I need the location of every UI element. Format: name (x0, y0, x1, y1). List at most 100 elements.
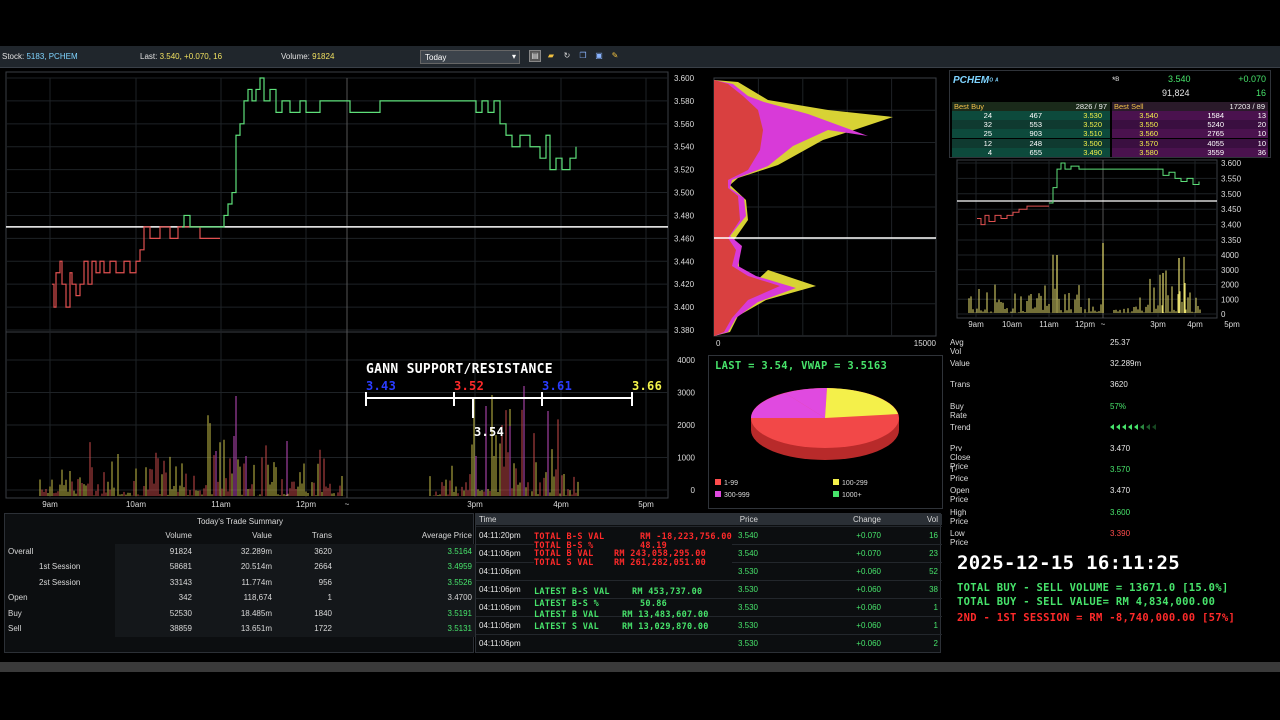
depth-cell: 3.580 (1139, 147, 1158, 157)
stat-value: 57% (1110, 401, 1127, 411)
note-icon[interactable]: ✎ (609, 50, 621, 62)
depth-cell: 13 (1257, 111, 1266, 120)
volume-label: Volume: 91824 (281, 52, 335, 61)
refresh-icon[interactable]: ↻ (561, 50, 573, 62)
overlay-line-1: TOTAL BUY - SELL VOLUME = 13671.0 [15.0%… (957, 582, 1229, 594)
stock-value: 5183, PCHEM (26, 52, 78, 61)
pie-panel: LAST = 3.54, VWAP = 3.5163 1-99 100-299 … (708, 355, 943, 509)
time-tick: 3pm (467, 500, 483, 509)
depth-cell: 1584 (1207, 111, 1224, 120)
quote-panel: PCHEMᴼ ᴬ *ᴮ 3.540 +0.070 91,824 16 Best … (949, 70, 1271, 158)
price-tick: 3.600 (1221, 159, 1242, 168)
price-tick: 3.350 (1221, 236, 1242, 245)
overlay-line-3: 2ND - 1ST SESSION = RM -8,740,000.00 [57… (957, 612, 1236, 624)
volume-tick: 0 (691, 486, 696, 495)
volume-tick: 1000 (1221, 295, 1239, 304)
depth-cell: 3.490 (1083, 147, 1102, 157)
save-icon[interactable]: ▣ (593, 50, 605, 62)
summary-row-sell: Sell 38859 13.651m 1722 3.5131 (5, 621, 475, 637)
depth-cell: 25 (983, 129, 992, 139)
summary-row-1st-session: 1st Session 58681 20.514m 2664 3.4959 (5, 559, 475, 575)
price-tick: 3.500 (1221, 190, 1242, 199)
stat-value: 32.289m (1110, 359, 1142, 369)
price-tick: 3.580 (674, 97, 695, 106)
depth-cell: 4055 (1207, 138, 1224, 148)
quote-volume: 91,824 (1162, 88, 1190, 98)
depth-cell: 10 (1257, 129, 1266, 139)
depth-cell: 553 (1029, 120, 1042, 130)
depth-row: 24 467 3.530 3.540 1584 13 (952, 111, 1268, 120)
price-tick: 3.420 (674, 280, 695, 289)
depth-cell: 32 (983, 120, 992, 130)
best-buy-header: Best Buy 2826 / 97 (952, 102, 1110, 111)
legend-1-99: 1-99 (715, 478, 738, 487)
stat-label: Trans (950, 380, 971, 390)
col-change: Change (852, 515, 881, 524)
depth-cell: 3.540 (1139, 111, 1158, 120)
stock-label: Stock: 5183, PCHEM (2, 52, 78, 61)
folder-icon[interactable]: ▰ (545, 50, 557, 62)
depth-cell: 3.560 (1139, 129, 1158, 139)
depth-cell: 5240 (1207, 120, 1224, 130)
depth-row: 12 248 3.500 3.570 4055 10 (952, 138, 1268, 148)
price-tick: 3.560 (674, 120, 695, 129)
stat-value: 3.470 (1110, 444, 1131, 453)
volume-tick: 0 (1221, 310, 1226, 319)
depth-cell: 248 (1029, 138, 1042, 148)
price-tick: 3.480 (674, 211, 695, 220)
summary-row-buy: Buy 52530 18.485m 1840 3.5191 (5, 605, 475, 621)
period-select[interactable]: Today ▾ (420, 50, 520, 64)
summary-row-open: Open 342 118,674 1 3.4700 (5, 590, 475, 606)
market-depth: 24 467 3.530 3.540 1584 13 32 553 3.520 3.550 5240… (952, 111, 1268, 157)
chevron-down-icon: ▾ (511, 52, 516, 61)
quote-last: 3.540 (1168, 74, 1191, 84)
trade-row: 04:11:06pm 3.530 +0.060 2 (476, 634, 942, 652)
overlay-datetime: 2025-12-15 16:11:25 (957, 552, 1181, 574)
volume-tick: 2000 (1221, 281, 1239, 290)
volume-tick: 4000 (1221, 251, 1239, 260)
totals-overlay: TOTAL B-S VAL RM -18,223,756.00 TOTAL B-S… (534, 532, 733, 568)
pie-title: LAST = 3.54, VWAP = 3.5163 (715, 360, 888, 372)
stat-label: Buy Rate (950, 401, 967, 420)
trades-header: Time Price Change Vol (476, 514, 942, 525)
time-tick: 12pm (296, 500, 316, 509)
time-tick: 9am (42, 500, 58, 509)
chart-icon[interactable]: ▤ (529, 50, 541, 62)
quote-name: PCHEMᴼ ᴬ (953, 75, 999, 86)
col-vol: Vol (926, 515, 938, 524)
price-tick: 3.600 (674, 74, 695, 83)
depth-row: 4 655 3.490 3.580 3559 36 (952, 147, 1268, 157)
pie-legend: 1-99 100-299 300-999 1000+ (715, 478, 937, 506)
time-tick: 4pm (553, 500, 569, 509)
time-tick: 10am (126, 500, 146, 509)
price-tick: 3.460 (674, 234, 695, 243)
time-tick: ~ (1101, 320, 1106, 329)
summary-title: Today's Trade Summary (196, 517, 283, 526)
volume-tick: 2000 (677, 421, 695, 430)
price-tick: 3.450 (1221, 205, 1242, 214)
stat-value: 3620 (1110, 380, 1128, 390)
trade-summary: Today's Trade Summary Volume Value Trans… (4, 513, 475, 653)
depth-cell: 3.550 (1139, 120, 1158, 130)
depth-cell: 655 (1029, 147, 1042, 157)
pie-chart (751, 387, 899, 460)
volume-tick: 1000 (677, 454, 695, 463)
stat-label: High Price (950, 507, 969, 526)
depth-cell: 903 (1029, 129, 1042, 139)
summary-row-overall: Overall 91824 32.289m 3620 3.5164 (5, 543, 475, 559)
stat-value: 25.37 (1110, 338, 1131, 347)
copy-icon[interactable]: ❐ (577, 50, 589, 62)
depth-row: 25 903 3.510 3.560 2765 10 (952, 129, 1268, 139)
time-tick: 5pm (638, 500, 654, 509)
time-tick: 4pm (1187, 320, 1203, 329)
summary-header-row: Volume Value Trans Average Price (165, 531, 472, 541)
depth-cell: 10 (1257, 138, 1266, 148)
price-tick: 3.400 (674, 303, 695, 312)
depth-cell: 36 (1257, 147, 1266, 157)
depth-cell: 20 (1257, 120, 1266, 130)
depth-cell: 3.530 (1083, 111, 1102, 120)
profile-tick-15000: 15000 (914, 339, 937, 348)
toolbar: Stock: 5183, PCHEM Last: 3.540, +0.070, … (0, 46, 1280, 68)
profile-tick-0: 0 (716, 339, 721, 348)
time-tick: 5pm (1224, 320, 1240, 329)
